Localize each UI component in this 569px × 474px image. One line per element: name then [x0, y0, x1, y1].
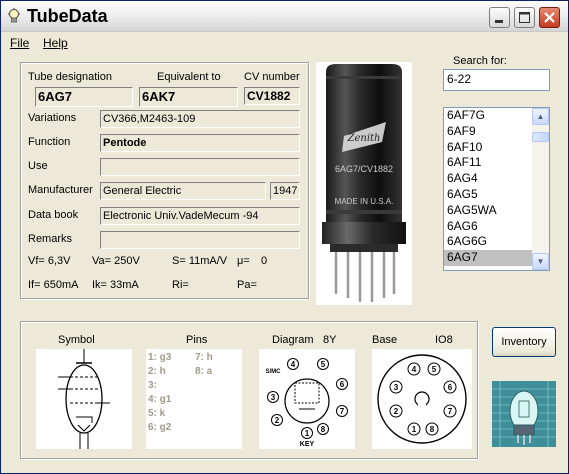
- manufacturer-field[interactable]: General Electric: [100, 182, 266, 200]
- menu-help-label: Help: [43, 36, 68, 50]
- databook-field[interactable]: Electronic Univ.VadeMecum -94: [100, 207, 300, 225]
- diagram-pin-label: 8: [321, 425, 326, 434]
- diagram-pin-label: 3: [271, 393, 276, 402]
- base-pin-label: 4: [412, 365, 417, 374]
- if-value: If= 650mA: [28, 279, 79, 291]
- pin-entry: 5: k: [148, 408, 166, 419]
- inventory-button[interactable]: Inventory: [492, 327, 556, 357]
- title-bar[interactable]: TubeData: [1, 1, 568, 32]
- diagram-code: 8Y: [323, 334, 337, 346]
- minimize-button[interactable]: [489, 7, 510, 28]
- ik-value: Ik= 33mA: [92, 279, 139, 291]
- list-scrollbar[interactable]: ▲ ▼: [532, 108, 549, 270]
- diagram-pin-label: 1: [305, 429, 310, 438]
- base-pin-label: 1: [412, 425, 417, 434]
- symbol-label: Symbol: [58, 334, 95, 346]
- pin-entry: 1: g3: [148, 352, 172, 363]
- tube-logo: [492, 381, 556, 447]
- base-pin-label: 3: [394, 383, 399, 392]
- use-field[interactable]: [100, 158, 300, 176]
- va-value: Va= 250V: [92, 255, 140, 267]
- pa-value: Pa=: [237, 279, 257, 291]
- close-button[interactable]: [539, 7, 560, 28]
- scroll-up-button[interactable]: ▲: [532, 108, 549, 125]
- menu-bar: File Help: [1, 32, 568, 52]
- designation-field[interactable]: 6AG7: [35, 87, 133, 107]
- tube-list[interactable]: 6AF7G 6AF9 6AF10 6AF11 6AG4 6AG5 6AG5WA …: [443, 107, 550, 271]
- designation-label: Tube designation: [28, 71, 112, 83]
- base-label: Base: [372, 334, 398, 346]
- base-pin-label: 2: [394, 407, 399, 416]
- minimize-icon: [495, 20, 503, 23]
- s-value: S= 11mA/V: [172, 255, 228, 267]
- cv-label: CV number: [244, 71, 300, 83]
- menu-file-label: File: [10, 36, 30, 50]
- base-diagram: 1 2 3 4 5 6 7 8: [372, 349, 472, 449]
- scroll-down-button[interactable]: ▼: [532, 253, 549, 270]
- pin-entry: 7: h: [195, 352, 213, 363]
- base-code: IO8: [435, 334, 453, 346]
- lightbulb-icon: [8, 8, 20, 23]
- remarks-label: Remarks: [28, 233, 73, 245]
- tube-photo: Zenith 6AG7/CV1882 MADE IN U.S.A.: [316, 62, 412, 305]
- diagram-shell-label: S/MC: [266, 369, 282, 375]
- window-title: TubeData: [27, 6, 108, 26]
- search-label: Search for:: [453, 55, 507, 67]
- diagram-pin-label: 4: [291, 360, 296, 369]
- diagram-pin-label: 7: [340, 407, 345, 416]
- ri-value: Ri=: [172, 279, 189, 291]
- vf-value: Vf= 6,3V: [28, 255, 71, 267]
- mu-value: 0: [261, 255, 268, 267]
- chevron-up-icon: ▲: [536, 112, 545, 121]
- base-pin-label: 6: [448, 383, 453, 392]
- pin-entry: 4: g1: [148, 394, 172, 405]
- tube-symbol: [36, 349, 132, 449]
- base-pin-label: 5: [432, 365, 437, 374]
- pin-diagram: 1 2 3 4 5 6 7 8 S/MC KEY: [259, 349, 355, 449]
- diagram-label: Diagram: [272, 334, 314, 346]
- cv-field[interactable]: CV1882: [244, 87, 300, 105]
- manufacturer-label: Manufacturer: [28, 184, 93, 196]
- maximize-icon: [519, 12, 530, 23]
- pin-entry: 6: g2: [148, 422, 172, 433]
- variations-label: Variations: [28, 112, 77, 124]
- year-field[interactable]: 1947: [270, 182, 300, 200]
- app-window: TubeData File Help Tube designation Equi…: [0, 0, 569, 474]
- diagram-pin-label: 5: [321, 360, 326, 369]
- chevron-down-icon: ▼: [536, 257, 545, 266]
- photo-label-2: MADE IN U.S.A.: [335, 197, 394, 206]
- maximize-button[interactable]: [514, 7, 535, 28]
- pins-panel: 1: g3 2: h 3: 4: g1 5: k 6: g2 7: h 8: a: [146, 349, 242, 449]
- photo-brand: Zenith: [347, 133, 381, 144]
- function-field[interactable]: Pentode: [100, 134, 300, 152]
- equivalent-field[interactable]: 6AK7: [139, 87, 238, 107]
- scroll-thumb[interactable]: [532, 132, 549, 142]
- databook-label: Data book: [28, 209, 79, 221]
- base-pin-label: 7: [448, 407, 453, 416]
- equivalent-label: Equivalent to: [157, 71, 221, 83]
- pin-entry: 2: h: [148, 366, 166, 377]
- diagram-key-label: KEY: [300, 441, 315, 448]
- use-label: Use: [28, 160, 48, 172]
- photo-label-1: 6AG7/CV1882: [335, 164, 393, 174]
- function-label: Function: [28, 136, 71, 148]
- close-icon: [544, 12, 555, 23]
- menu-help[interactable]: Help: [43, 36, 68, 50]
- mu-label: μ=: [237, 255, 250, 267]
- pin-entry: 8: a: [195, 366, 213, 377]
- menu-file[interactable]: File: [10, 36, 29, 50]
- pin-entry: 3:: [148, 380, 157, 391]
- diagram-pin-label: 2: [275, 416, 280, 425]
- remarks-field[interactable]: [100, 231, 300, 249]
- diagram-pin-label: 6: [340, 380, 345, 389]
- variations-field[interactable]: CV366,M2463-109: [100, 110, 300, 128]
- search-input[interactable]: 6-22: [443, 69, 550, 91]
- base-pin-label: 8: [430, 425, 435, 434]
- pins-label: Pins: [186, 334, 208, 346]
